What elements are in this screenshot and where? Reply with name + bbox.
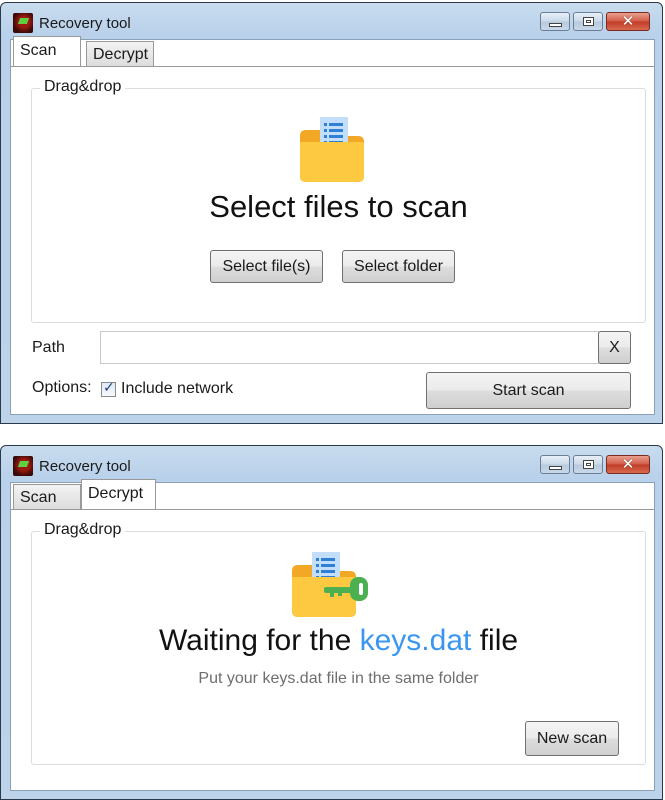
- maximize-icon: [583, 460, 594, 469]
- path-input[interactable]: [100, 331, 599, 364]
- tab-decrypt[interactable]: Decrypt: [86, 41, 154, 67]
- close-button[interactable]: ✕: [606, 12, 650, 31]
- minimize-icon: [549, 466, 562, 470]
- minimize-button[interactable]: [540, 455, 570, 474]
- app-icon: [13, 456, 33, 476]
- window-title: Recovery tool: [39, 15, 131, 32]
- options-label: Options:: [32, 379, 92, 396]
- folder-key-icon: [292, 552, 368, 617]
- start-scan-button[interactable]: Start scan: [426, 372, 631, 409]
- headline-suffix: file: [479, 624, 519, 657]
- tab-decrypt[interactable]: Decrypt: [81, 479, 156, 509]
- include-network-label[interactable]: Include network: [121, 380, 233, 398]
- window-title: Recovery tool: [39, 458, 131, 475]
- drag-drop-zone[interactable]: Drag&drop Waiting for the keys.dat file …: [31, 521, 646, 765]
- app-icon: [13, 13, 33, 33]
- close-icon: ✕: [621, 12, 635, 30]
- decrypt-tab-panel: Drag&drop Waiting for the keys.dat file …: [11, 509, 654, 790]
- window-client: Scan Decrypt Drag&drop Waiting for the k…: [10, 479, 655, 791]
- maximize-button[interactable]: [573, 455, 603, 474]
- recovery-tool-window-decrypt: Recovery tool ✕ Scan Decrypt Drag&drop W…: [0, 445, 663, 800]
- recovery-tool-window-scan: Recovery tool ✕ Scan Decrypt Drag&drop S…: [0, 2, 663, 424]
- title-bar[interactable]: Recovery tool ✕: [1, 446, 662, 478]
- drag-drop-zone[interactable]: Drag&drop Select files to scan Select fi…: [31, 78, 646, 323]
- drag-drop-label: Drag&drop: [40, 78, 126, 96]
- folder-document-icon: [300, 117, 364, 182]
- maximize-button[interactable]: [573, 12, 603, 31]
- maximize-icon: [583, 17, 594, 26]
- new-scan-button[interactable]: New scan: [525, 721, 619, 756]
- scan-tab-panel: Drag&drop Select files to scan Select fi…: [11, 66, 654, 414]
- select-folder-button[interactable]: Select folder: [342, 250, 455, 283]
- keys-dat-highlight: keys.dat: [359, 624, 472, 657]
- drag-drop-label: Drag&drop: [40, 521, 126, 539]
- include-network-checkbox[interactable]: [101, 380, 116, 397]
- headline-prefix: Waiting for the: [158, 624, 352, 657]
- tab-scan[interactable]: Scan: [13, 484, 81, 510]
- subtext: Put your keys.dat file in the same folde…: [198, 670, 479, 687]
- window-client: Scan Decrypt Drag&drop Select files to s…: [10, 36, 655, 415]
- headline: Select files to scan: [209, 189, 468, 224]
- title-bar[interactable]: Recovery tool ✕: [1, 3, 662, 35]
- minimize-icon: [549, 23, 562, 27]
- tab-scan[interactable]: Scan: [13, 36, 81, 66]
- close-button[interactable]: ✕: [606, 455, 650, 474]
- close-icon: ✕: [621, 455, 635, 473]
- path-label: Path: [32, 339, 65, 356]
- minimize-button[interactable]: [540, 12, 570, 31]
- headline: Waiting for the keys.dat file: [32, 624, 645, 658]
- clear-path-button[interactable]: X: [598, 331, 631, 364]
- select-files-button[interactable]: Select file(s): [210, 250, 323, 283]
